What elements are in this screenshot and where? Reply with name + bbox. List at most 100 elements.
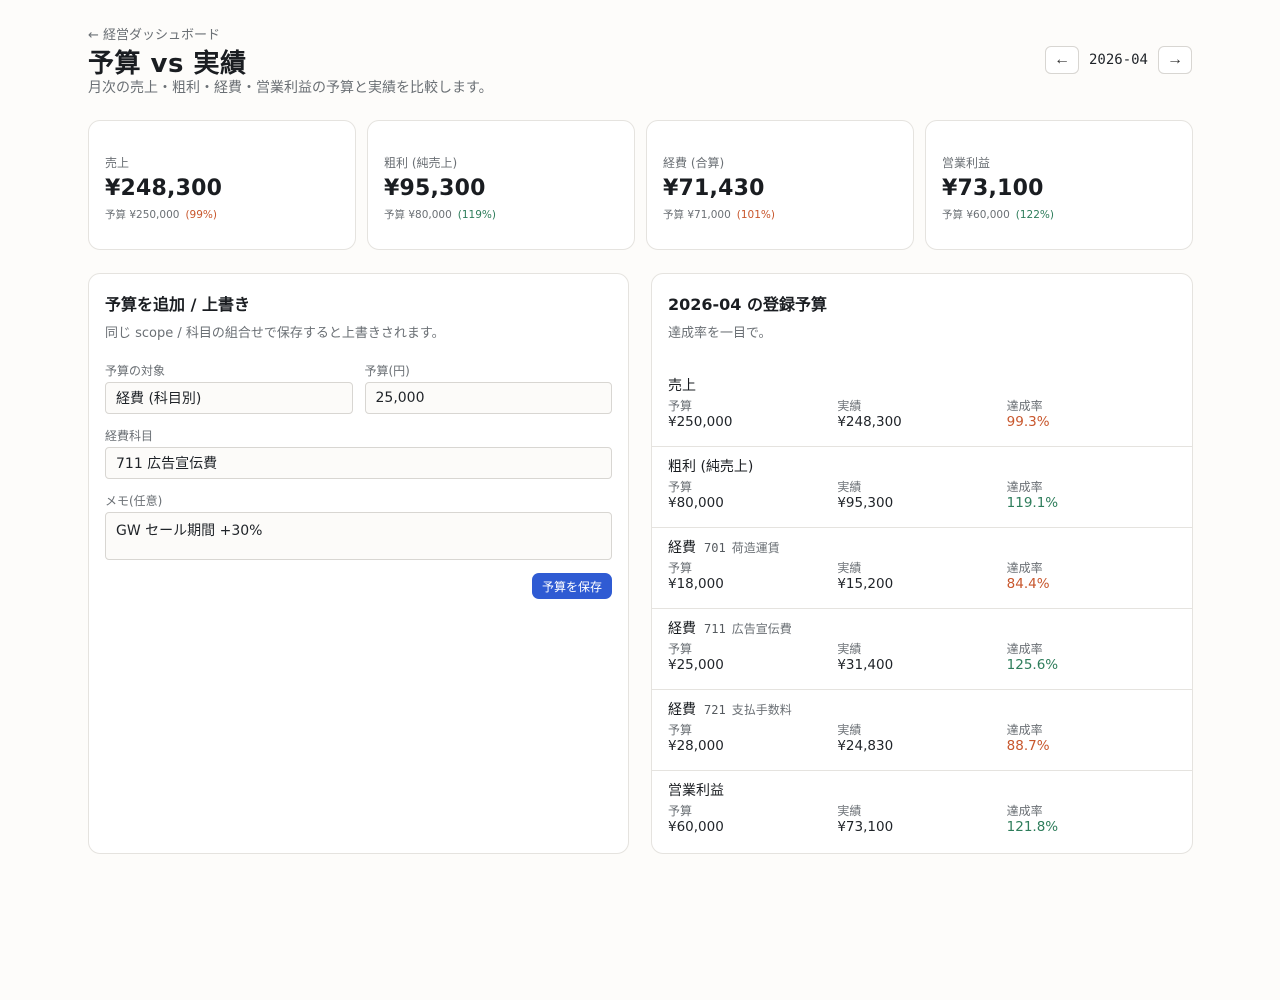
page-subtitle: 月次の売上・粗利・経費・営業利益の予算と実績を比較します。 xyxy=(88,80,493,96)
kpi-label: 売上 xyxy=(105,156,130,170)
kpi-label: 経費 (合算) xyxy=(663,156,725,170)
kpi-label: 営業利益 xyxy=(942,156,991,170)
budget-row-title: 売上 xyxy=(668,375,1176,395)
achievement-rate: 84.4% xyxy=(1006,576,1050,592)
target-select[interactable]: 経費 (科目別) xyxy=(105,382,353,414)
kpi-budget-line: 予算 ¥80,000 (119%) xyxy=(384,207,618,222)
memo-textarea[interactable]: GW セール期間 +30% xyxy=(105,512,612,560)
budget-amount: ¥18,000 xyxy=(668,576,724,592)
budget-row: 営業利益 予算 ¥60,000 実績 ¥73,100 達成率 121.8% xyxy=(652,771,1192,852)
actual-amount: ¥31,400 xyxy=(837,657,894,673)
registered-budgets-panel: 2026-04 の登録予算 達成率を一目で。 売上予算 ¥250,000 実績 ¥24… xyxy=(651,273,1193,854)
actual-col-label: 実績 xyxy=(837,642,862,656)
budget-col-label: 予算 xyxy=(668,642,693,656)
budget-col-label: 予算 xyxy=(668,561,693,575)
rate-col-label: 達成率 xyxy=(1006,399,1043,413)
budget-scope: 粗利 (純売上) xyxy=(668,459,754,475)
prev-month-button[interactable]: ← xyxy=(1044,46,1079,74)
budget-col: 予算 ¥80,000 xyxy=(668,479,837,512)
actual-col: 実績 ¥73,100 xyxy=(837,803,1006,836)
amount-input[interactable]: 25,000 xyxy=(364,382,612,414)
budget-col-label: 予算 xyxy=(668,480,693,494)
budget-row-values: 予算 ¥60,000 実績 ¥73,100 達成率 121.8% xyxy=(668,803,1176,836)
budget-amount: ¥25,000 xyxy=(668,657,724,673)
budget-scope: 営業利益 xyxy=(668,783,724,799)
budget-row-values: 予算 ¥25,000 実績 ¥31,400 達成率 125.6% xyxy=(668,641,1176,674)
arrow-right-icon: → xyxy=(1167,51,1183,68)
form-row: 予算の対象 経費 (科目別) 予算(円) 25,000 xyxy=(105,362,612,414)
form-title: 予算を追加 / 上書き xyxy=(105,295,250,314)
actual-col-label: 実績 xyxy=(837,561,862,575)
page-title: 予算 vs 実績 xyxy=(88,49,247,79)
account-label: 経費科目 xyxy=(105,429,154,443)
budget-list-description: 達成率を一目で。 xyxy=(668,326,772,341)
rate-col: 達成率 88.7% xyxy=(1007,722,1176,755)
kpi-row: 売上 ¥248,300 予算 ¥250,000 (99%) 粗利 (純売上) ¥9… xyxy=(88,120,1193,250)
kpi-budget-line: 予算 ¥60,000 (122%) xyxy=(942,207,1176,222)
target-label: 予算の対象 xyxy=(105,364,166,378)
budget-row-values: 予算 ¥28,000 実績 ¥24,830 達成率 88.7% xyxy=(668,722,1176,755)
budget-row-title: 経費 711 広告宣伝費 xyxy=(668,618,1176,638)
budget-col: 予算 ¥18,000 xyxy=(668,560,837,593)
budget-form-panel: 予算を追加 / 上書き 同じ scope / 科目の組合せで保存すると上書きされ… xyxy=(88,273,629,854)
kpi-budget-line: 予算 ¥71,000 (101%) xyxy=(663,207,897,222)
budget-panel-header: 2026-04 の登録予算 達成率を一目で。 xyxy=(652,291,1192,341)
budget-col-label: 予算 xyxy=(668,723,693,737)
account-select[interactable]: 711 広告宣伝費 xyxy=(105,447,612,479)
kpi-percent: (119%) xyxy=(457,209,496,221)
kpi-card-sales: 売上 ¥248,300 予算 ¥250,000 (99%) xyxy=(88,120,356,250)
kpi-budget: 予算 ¥80,000 xyxy=(384,209,452,221)
budget-list: 売上予算 ¥250,000 実績 ¥248,300 達成率 99.3% 粗利 (純売上) 予算… xyxy=(652,366,1192,852)
achievement-rate: 88.7% xyxy=(1006,738,1050,754)
kpi-budget: 予算 ¥60,000 xyxy=(942,209,1010,221)
kpi-value: ¥71,430 xyxy=(663,176,765,201)
budget-row-title: 粗利 (純売上) xyxy=(668,456,1176,476)
back-link[interactable]: ← 経営ダッシュボード xyxy=(88,24,220,43)
actual-col: 実績 ¥31,400 xyxy=(837,641,1006,674)
memo-group: メモ(任意) GW セール期間 +30% xyxy=(105,492,612,560)
account-name: 支払手数料 xyxy=(731,703,792,717)
actual-col: 実績 ¥248,300 xyxy=(837,398,1006,431)
budget-row-values: 予算 ¥80,000 実績 ¥95,300 達成率 119.1% xyxy=(668,479,1176,512)
budget-col: 予算 ¥28,000 xyxy=(668,722,837,755)
rate-col-label: 達成率 xyxy=(1006,561,1043,575)
kpi-label: 粗利 (純売上) xyxy=(384,156,458,170)
actual-col-label: 実績 xyxy=(837,480,862,494)
budget-col: 予算 ¥25,000 xyxy=(668,641,837,674)
account-name: 広告宣伝費 xyxy=(731,622,792,636)
account-code: 701 xyxy=(704,541,726,555)
budget-row: 売上予算 ¥250,000 実績 ¥248,300 達成率 99.3% xyxy=(652,366,1192,447)
kpi-percent: (99%) xyxy=(185,209,217,221)
achievement-rate: 99.3% xyxy=(1006,414,1050,430)
budget-list-title: 2026-04 の登録予算 xyxy=(668,295,828,314)
budget-row: 経費 711 広告宣伝費 予算 ¥25,000 実績 ¥31,400 達成率 125.6% xyxy=(652,609,1192,690)
rate-col: 達成率 125.6% xyxy=(1007,641,1176,674)
save-budget-button[interactable]: 予算を保存 xyxy=(531,573,612,599)
page: ← 経営ダッシュボード 予算 vs 実績 月次の売上・粗利・経費・営業利益の予算… xyxy=(0,0,1280,1000)
budget-col-label: 予算 xyxy=(668,399,693,413)
actual-amount: ¥95,300 xyxy=(837,495,894,511)
form-description: 同じ scope / 科目の組合せで保存すると上書きされます。 xyxy=(105,326,445,341)
budget-amount: ¥60,000 xyxy=(668,819,724,835)
kpi-budget: 予算 ¥71,000 xyxy=(663,209,731,221)
rate-col-label: 達成率 xyxy=(1006,480,1043,494)
account-code: 721 xyxy=(704,703,726,717)
achievement-rate: 119.1% xyxy=(1006,495,1059,511)
amount-group: 予算(円) 25,000 xyxy=(364,362,612,414)
rate-col-label: 達成率 xyxy=(1006,804,1043,818)
actual-col: 実績 ¥95,300 xyxy=(837,479,1006,512)
budget-row: 経費 721 支払手数料 予算 ¥28,000 実績 ¥24,830 達成率 88.7% xyxy=(652,690,1192,771)
arrow-left-icon: ← xyxy=(1053,51,1070,68)
account-group: 経費科目 711 広告宣伝費 xyxy=(105,427,612,479)
next-month-button[interactable]: → xyxy=(1158,46,1192,74)
kpi-percent: (122%) xyxy=(1015,209,1054,221)
budget-row-values: 予算 ¥250,000 実績 ¥248,300 達成率 99.3% xyxy=(668,398,1176,431)
budget-row-title: 営業利益 xyxy=(668,780,1176,800)
kpi-value: ¥95,300 xyxy=(384,176,486,201)
actual-col: 実績 ¥15,200 xyxy=(837,560,1006,593)
target-group: 予算の対象 経費 (科目別) xyxy=(105,362,353,414)
month-nav: ← 2026-04 → xyxy=(1044,46,1192,74)
budget-row-title: 経費 721 支払手数料 xyxy=(668,699,1176,719)
budget-row: 粗利 (純売上) 予算 ¥80,000 実績 ¥95,300 達成率 119.1% xyxy=(652,447,1192,528)
achievement-rate: 125.6% xyxy=(1006,657,1059,673)
